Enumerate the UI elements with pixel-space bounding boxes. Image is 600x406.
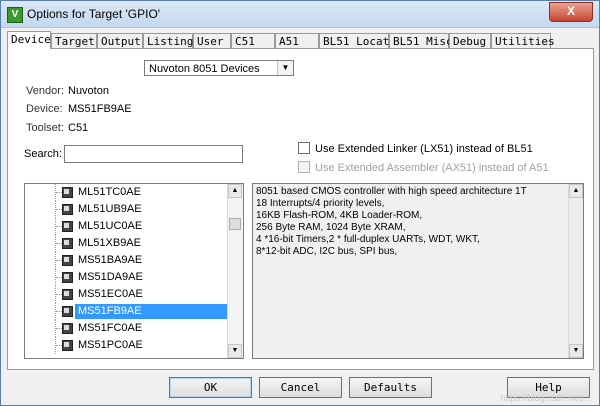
description-line: 8*12-bit ADC, I2C bus, SPI bus, <box>256 246 398 257</box>
description-line: 8051 based CMOS controller with high spe… <box>256 186 527 197</box>
chip-icon <box>62 289 73 300</box>
chip-icon <box>62 255 73 266</box>
device-item[interactable]: MS51FC0AE <box>25 320 235 337</box>
tab-a51[interactable]: A51 <box>275 33 319 48</box>
search-label: Search: <box>24 148 62 160</box>
ok-button[interactable]: OK <box>169 377 252 398</box>
watermark: https://blog.csdn.net/... <box>500 393 591 403</box>
device-item[interactable]: ML51XB9AE <box>25 235 235 252</box>
scroll-down-icon[interactable]: ▼ <box>228 344 242 358</box>
device-name: ML51UC0AE <box>78 220 143 232</box>
chip-icon <box>62 221 73 232</box>
description-line: 256 Byte RAM, 1024 Byte XRAM, <box>256 222 406 233</box>
search-input[interactable] <box>64 145 243 163</box>
chevron-down-icon[interactable]: ▼ <box>277 61 293 75</box>
scroll-up-icon[interactable]: ▲ <box>228 184 242 198</box>
device-item[interactable]: MS51DA9AE <box>25 269 235 286</box>
tab-debug[interactable]: Debug <box>449 33 491 48</box>
description-line: 18 Interrupts/4 priority levels, <box>256 198 385 209</box>
window-title: Options for Target 'GPIO' <box>27 7 161 21</box>
device-item[interactable]: MS51BA9AE <box>25 252 235 269</box>
device-value: MS51FB9AE <box>68 103 132 115</box>
description-line: 4 *16-bit Timers,2 * full-duplex UARTs, … <box>256 234 480 245</box>
device-description: 8051 based CMOS controller with high spe… <box>252 183 584 359</box>
chip-icon <box>62 323 73 334</box>
device-name: MS51PC0AE <box>78 339 143 351</box>
device-item[interactable]: ML51UC0AE <box>25 218 235 235</box>
description-scrollbar[interactable]: ▲ ▼ <box>568 184 583 358</box>
chip-icon <box>62 340 73 351</box>
device-tree-scrollbar[interactable]: ▲ ▼ <box>227 184 243 358</box>
extended-linker-option[interactable]: Use Extended Linker (LX51) instead of BL… <box>298 142 533 155</box>
scroll-thumb[interactable] <box>229 218 241 230</box>
device-item[interactable]: MS51PC0AE <box>25 337 235 354</box>
cancel-button[interactable]: Cancel <box>259 377 342 398</box>
device-tree[interactable]: ML51TC0AE ML51UB9AE ML51UC0AE ML51XB9AE … <box>24 183 244 359</box>
extended-assembler-checkbox <box>298 161 310 173</box>
vendor-database-value: Nuvoton 8051 Devices <box>149 63 260 75</box>
device-name: MS51DA9AE <box>78 271 143 283</box>
options-dialog: V Options for Target 'GPIO' X Device Tar… <box>0 0 600 406</box>
device-label: Device: <box>26 103 63 115</box>
device-item[interactable]: MS51EC0AE <box>25 286 235 303</box>
device-name: ML51XB9AE <box>78 237 141 249</box>
extended-assembler-label: Use Extended Assembler (AX51) instead of… <box>315 162 549 174</box>
tab-listing[interactable]: Listing <box>143 33 193 48</box>
tab-c51[interactable]: C51 <box>231 33 275 48</box>
chip-icon <box>62 187 73 198</box>
tab-bl51-locate[interactable]: BL51 Locate <box>319 33 396 48</box>
extended-linker-checkbox[interactable] <box>298 142 310 154</box>
extended-linker-label: Use Extended Linker (LX51) instead of BL… <box>315 143 533 155</box>
device-name: MS51BA9AE <box>78 254 143 266</box>
tab-bl51-misc[interactable]: BL51 Misc <box>389 33 453 48</box>
toolset-value: C51 <box>68 122 89 134</box>
device-name: ML51TC0AE <box>78 186 141 198</box>
vendor-database-select[interactable]: Nuvoton 8051 Devices ▼ <box>144 60 294 76</box>
tab-device[interactable]: Device <box>7 31 51 49</box>
close-button[interactable]: X <box>549 2 593 22</box>
chip-icon <box>62 306 73 317</box>
chip-icon <box>62 204 73 215</box>
toolset-label: Toolset: <box>26 122 64 134</box>
device-name: MS51FB9AE <box>75 304 231 319</box>
uvision-icon: V <box>7 7 23 23</box>
chip-icon <box>62 272 73 283</box>
defaults-button[interactable]: Defaults <box>349 377 432 398</box>
device-item[interactable]: ML51TC0AE <box>25 184 235 201</box>
tab-user[interactable]: User <box>193 33 231 48</box>
title-bar[interactable]: V Options for Target 'GPIO' X <box>1 1 599 28</box>
tab-target[interactable]: Target <box>51 33 97 48</box>
device-name: MS51EC0AE <box>78 288 143 300</box>
device-item[interactable]: ML51UB9AE <box>25 201 235 218</box>
tab-utilities[interactable]: Utilities <box>491 33 555 48</box>
device-item-selected[interactable]: MS51FB9AE <box>25 303 235 320</box>
vendor-value: Nuvoton <box>68 85 109 97</box>
device-name: ML51UB9AE <box>78 203 142 215</box>
tab-output[interactable]: Output <box>97 33 143 48</box>
vendor-label: Vendor: <box>26 85 64 97</box>
scroll-down-icon[interactable]: ▼ <box>569 344 583 358</box>
chip-icon <box>62 238 73 249</box>
device-name: MS51FC0AE <box>78 322 143 334</box>
description-line: 16KB Flash-ROM, 4KB Loader-ROM, <box>256 210 423 221</box>
extended-assembler-option: Use Extended Assembler (AX51) instead of… <box>298 161 549 174</box>
scroll-up-icon[interactable]: ▲ <box>569 184 583 198</box>
